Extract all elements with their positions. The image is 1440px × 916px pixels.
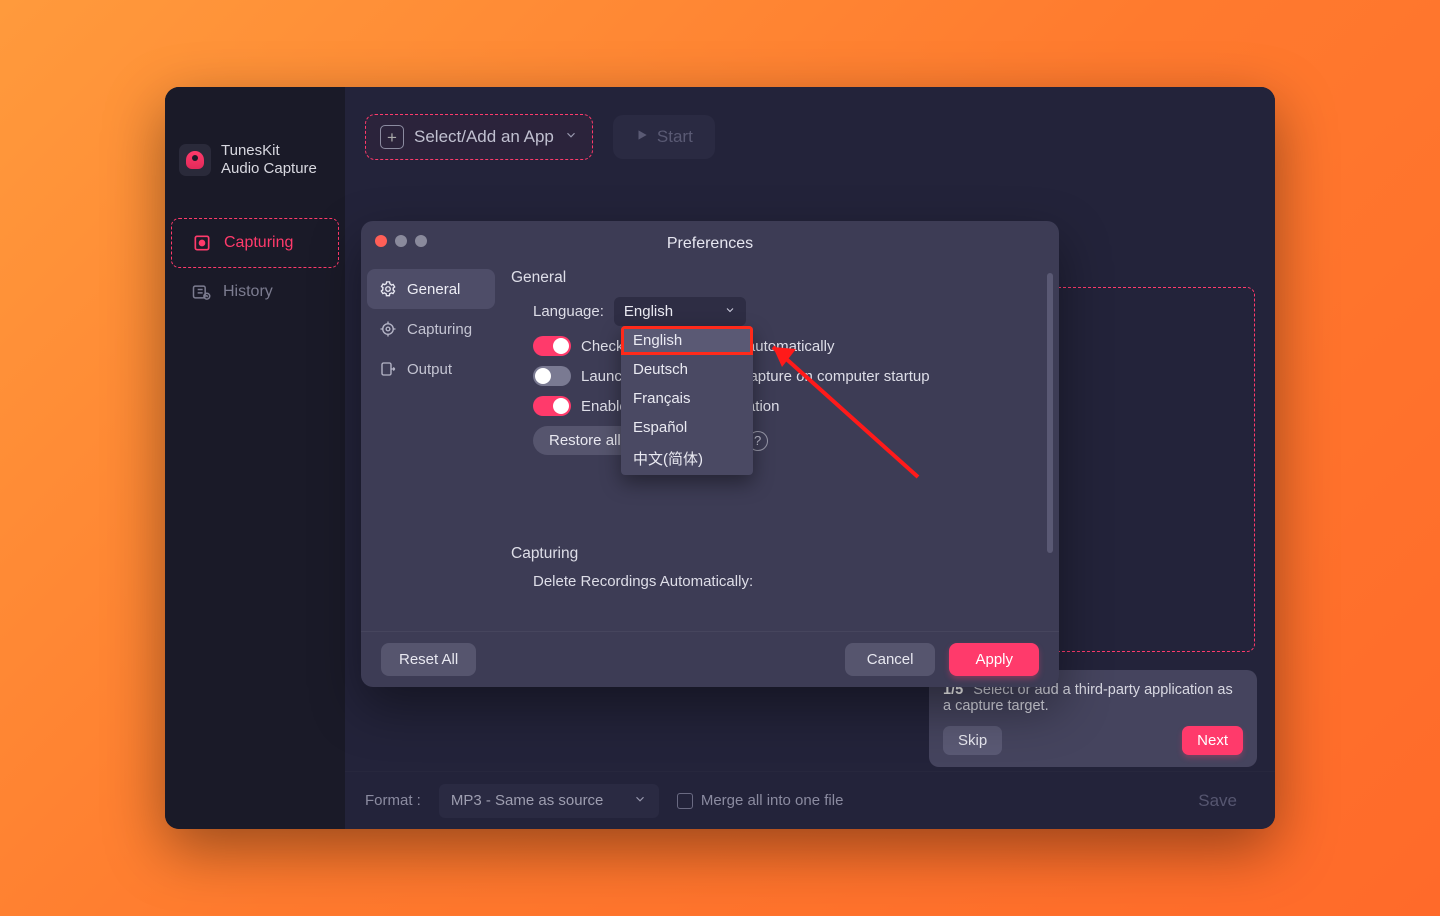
lang-option-chinese[interactable]: 中文(简体) [621,442,753,475]
language-row: Language: English [533,297,1033,326]
launch-startup-row: Launch TunesKit Audio Capture on compute… [533,366,1033,386]
history-icon [191,282,211,302]
maximize-icon[interactable] [415,235,427,247]
format-value: MP3 - Same as source [451,792,604,809]
brand-line2: Audio Capture [221,160,317,178]
brand-icon [179,144,211,176]
select-add-label: Select/Add an App [414,127,554,147]
language-select[interactable]: English [614,297,746,326]
section-general-label: General [511,269,1033,287]
next-button[interactable]: Next [1182,726,1243,755]
prefs-footer: Reset All Cancel Apply [361,631,1059,687]
play-icon [635,127,649,147]
check-update-row: Check for newer version automatically [533,336,1033,356]
toolbar: + Select/Add an App Start [345,87,1275,187]
prefs-nav: General Capturing Output [361,267,501,631]
prefs-nav-label: Capturing [407,321,472,338]
sidebar-item-capturing[interactable]: Capturing [171,218,339,268]
restore-row: Restore all hidden dialogs ? [533,426,1033,455]
gear-icon [379,280,397,298]
hw-accel-row: Enable hardware acceleration [533,396,1033,416]
delete-recordings-label: Delete Recordings Automatically: [533,573,1033,590]
lang-option-espanol[interactable]: Español [621,413,753,442]
sidebar-item-label: Capturing [224,234,293,252]
minimize-icon[interactable] [395,235,407,247]
language-label: Language: [533,303,604,320]
format-label: Format : [365,792,421,809]
prefs-content: General Language: English Check for newe… [501,267,1059,631]
bottom-bar: Format : MP3 - Same as source Merge all … [345,771,1275,829]
prefs-title: Preferences [361,235,1059,253]
start-label: Start [657,127,693,147]
sidebar-item-history[interactable]: History [171,268,339,316]
prefs-nav-label: Output [407,361,452,378]
sidebar: TunesKit Audio Capture Capturing History [165,87,345,829]
app-window: TunesKit Audio Capture Capturing History… [165,87,1275,829]
lang-option-english[interactable]: English [621,326,753,355]
toggle-check-update[interactable] [533,336,571,356]
sidebar-item-label: History [223,283,273,301]
prefs-nav-general[interactable]: General [367,269,495,309]
start-button[interactable]: Start [613,115,715,159]
apply-button[interactable]: Apply [949,643,1039,676]
prefs-nav-label: General [407,281,460,298]
plus-icon: + [380,125,404,149]
language-dropdown: English Deutsch Français Español 中文(简体) [621,326,753,475]
chevron-down-icon [633,792,647,810]
checkbox-icon [677,793,693,809]
lang-option-francais[interactable]: Français [621,384,753,413]
chevron-down-icon [564,127,578,147]
target-icon [379,320,397,338]
chevron-down-icon [724,303,736,320]
brand-title: TunesKit Audio Capture [221,142,317,178]
format-select[interactable]: MP3 - Same as source [439,784,659,818]
lang-option-deutsch[interactable]: Deutsch [621,355,753,384]
prefs-nav-capturing[interactable]: Capturing [367,309,495,349]
prefs-header: Preferences [361,221,1059,267]
merge-checkbox[interactable]: Merge all into one file [677,792,844,809]
toggle-hw-accel[interactable] [533,396,571,416]
merge-label: Merge all into one file [701,792,844,809]
reset-all-button[interactable]: Reset All [381,643,476,676]
language-value: English [624,303,673,320]
section-capturing-label: Capturing [511,545,1033,563]
prefs-nav-output[interactable]: Output [367,349,495,389]
window-controls [375,235,427,247]
cancel-button[interactable]: Cancel [845,643,936,676]
brand-line1: TunesKit [221,142,317,160]
select-add-app-button[interactable]: + Select/Add an App [365,114,593,160]
scrollbar[interactable] [1047,273,1053,553]
capture-icon [192,233,212,253]
output-icon [379,360,397,378]
save-button[interactable]: Save [1180,783,1255,819]
close-icon[interactable] [375,235,387,247]
toggle-launch-startup[interactable] [533,366,571,386]
skip-button[interactable]: Skip [943,726,1002,755]
brand: TunesKit Audio Capture [165,142,345,178]
